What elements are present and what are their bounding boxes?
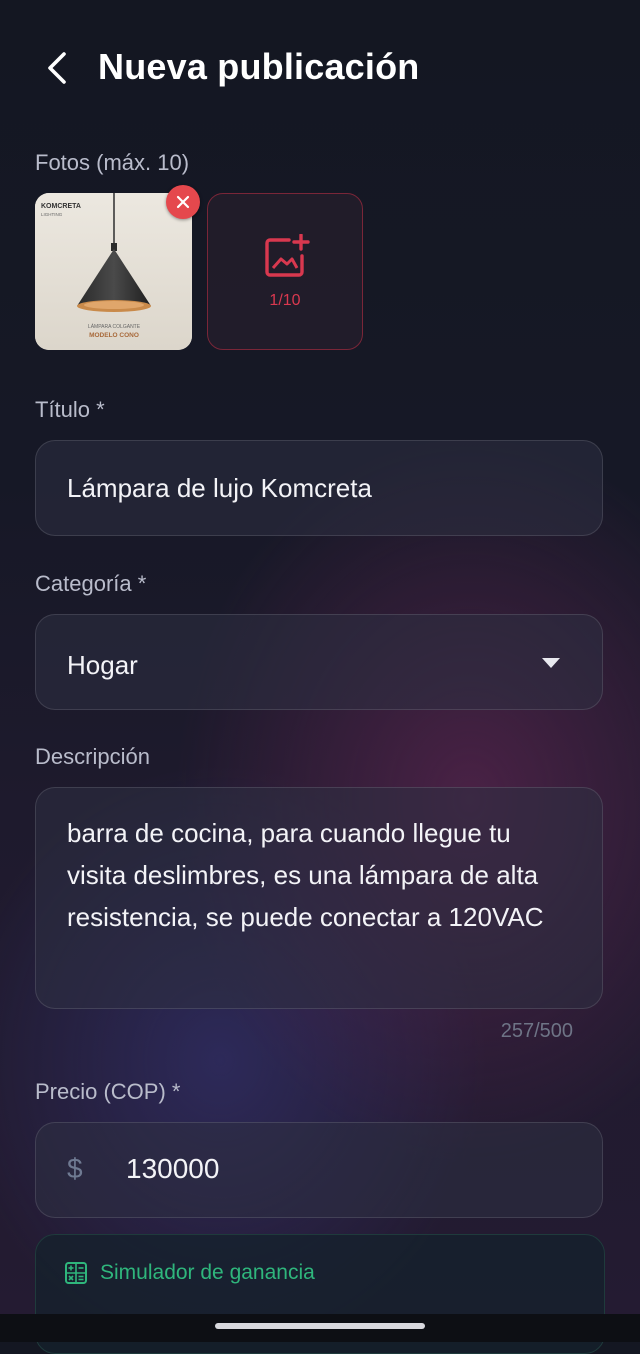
chevron-left-icon (48, 52, 66, 84)
app-header: Nueva publicación (0, 30, 640, 110)
remove-photo-button[interactable] (166, 185, 200, 219)
thumbnail-brand: KOMCRETA (41, 203, 81, 210)
descripcion-char-counter: 257/500 (500, 1020, 573, 1042)
currency-symbol: $ (67, 1153, 83, 1184)
home-indicator[interactable] (215, 1323, 425, 1329)
thumbnail-model-name: MODELO CONO (89, 332, 139, 339)
categoria-label: Categoría * (35, 571, 147, 596)
descripcion-label: Descripción (35, 744, 150, 769)
thumbnail-model-line: LÁMPARA COLGANTE (88, 323, 141, 330)
photos-label: Fotos (máx. 10) (35, 150, 190, 175)
system-navigation-bar (0, 1314, 640, 1342)
close-icon (176, 195, 190, 209)
categoria-select[interactable]: Hogar (35, 614, 603, 710)
photo-count: 1/10 (269, 292, 301, 309)
precio-input[interactable]: $ 130000 (35, 1122, 603, 1218)
back-button[interactable] (34, 44, 82, 92)
page-title: Nueva publicación (98, 46, 420, 87)
precio-label: Precio (COP) * (35, 1079, 181, 1104)
add-photo-button[interactable]: 1/10 (207, 193, 363, 350)
simulador-label: Simulador de ganancia (100, 1261, 315, 1284)
titulo-input[interactable]: Lámpara de lujo Komcreta (35, 440, 603, 536)
descripcion-value: barra de cocina, para cuando llegue tu v… (67, 818, 544, 932)
add-image-icon (265, 234, 310, 277)
calculator-icon (65, 1262, 87, 1284)
descripcion-textarea[interactable]: barra de cocina, para cuando llegue tu v… (35, 787, 603, 1009)
dropdown-caret-icon (542, 658, 560, 668)
precio-value: 130000 (126, 1153, 220, 1184)
lamp-photo-image: KOMCRETA LIGHTING LÁMPARA COLGANTE MODEL… (35, 193, 192, 350)
titulo-label: Título * (35, 397, 105, 422)
titulo-value: Lámpara de lujo Komcreta (67, 473, 372, 503)
photo-thumbnail[interactable]: KOMCRETA LIGHTING LÁMPARA COLGANTE MODEL… (35, 193, 192, 350)
thumbnail-brand-sub: LIGHTING (41, 212, 63, 217)
categoria-value: Hogar (67, 650, 138, 680)
